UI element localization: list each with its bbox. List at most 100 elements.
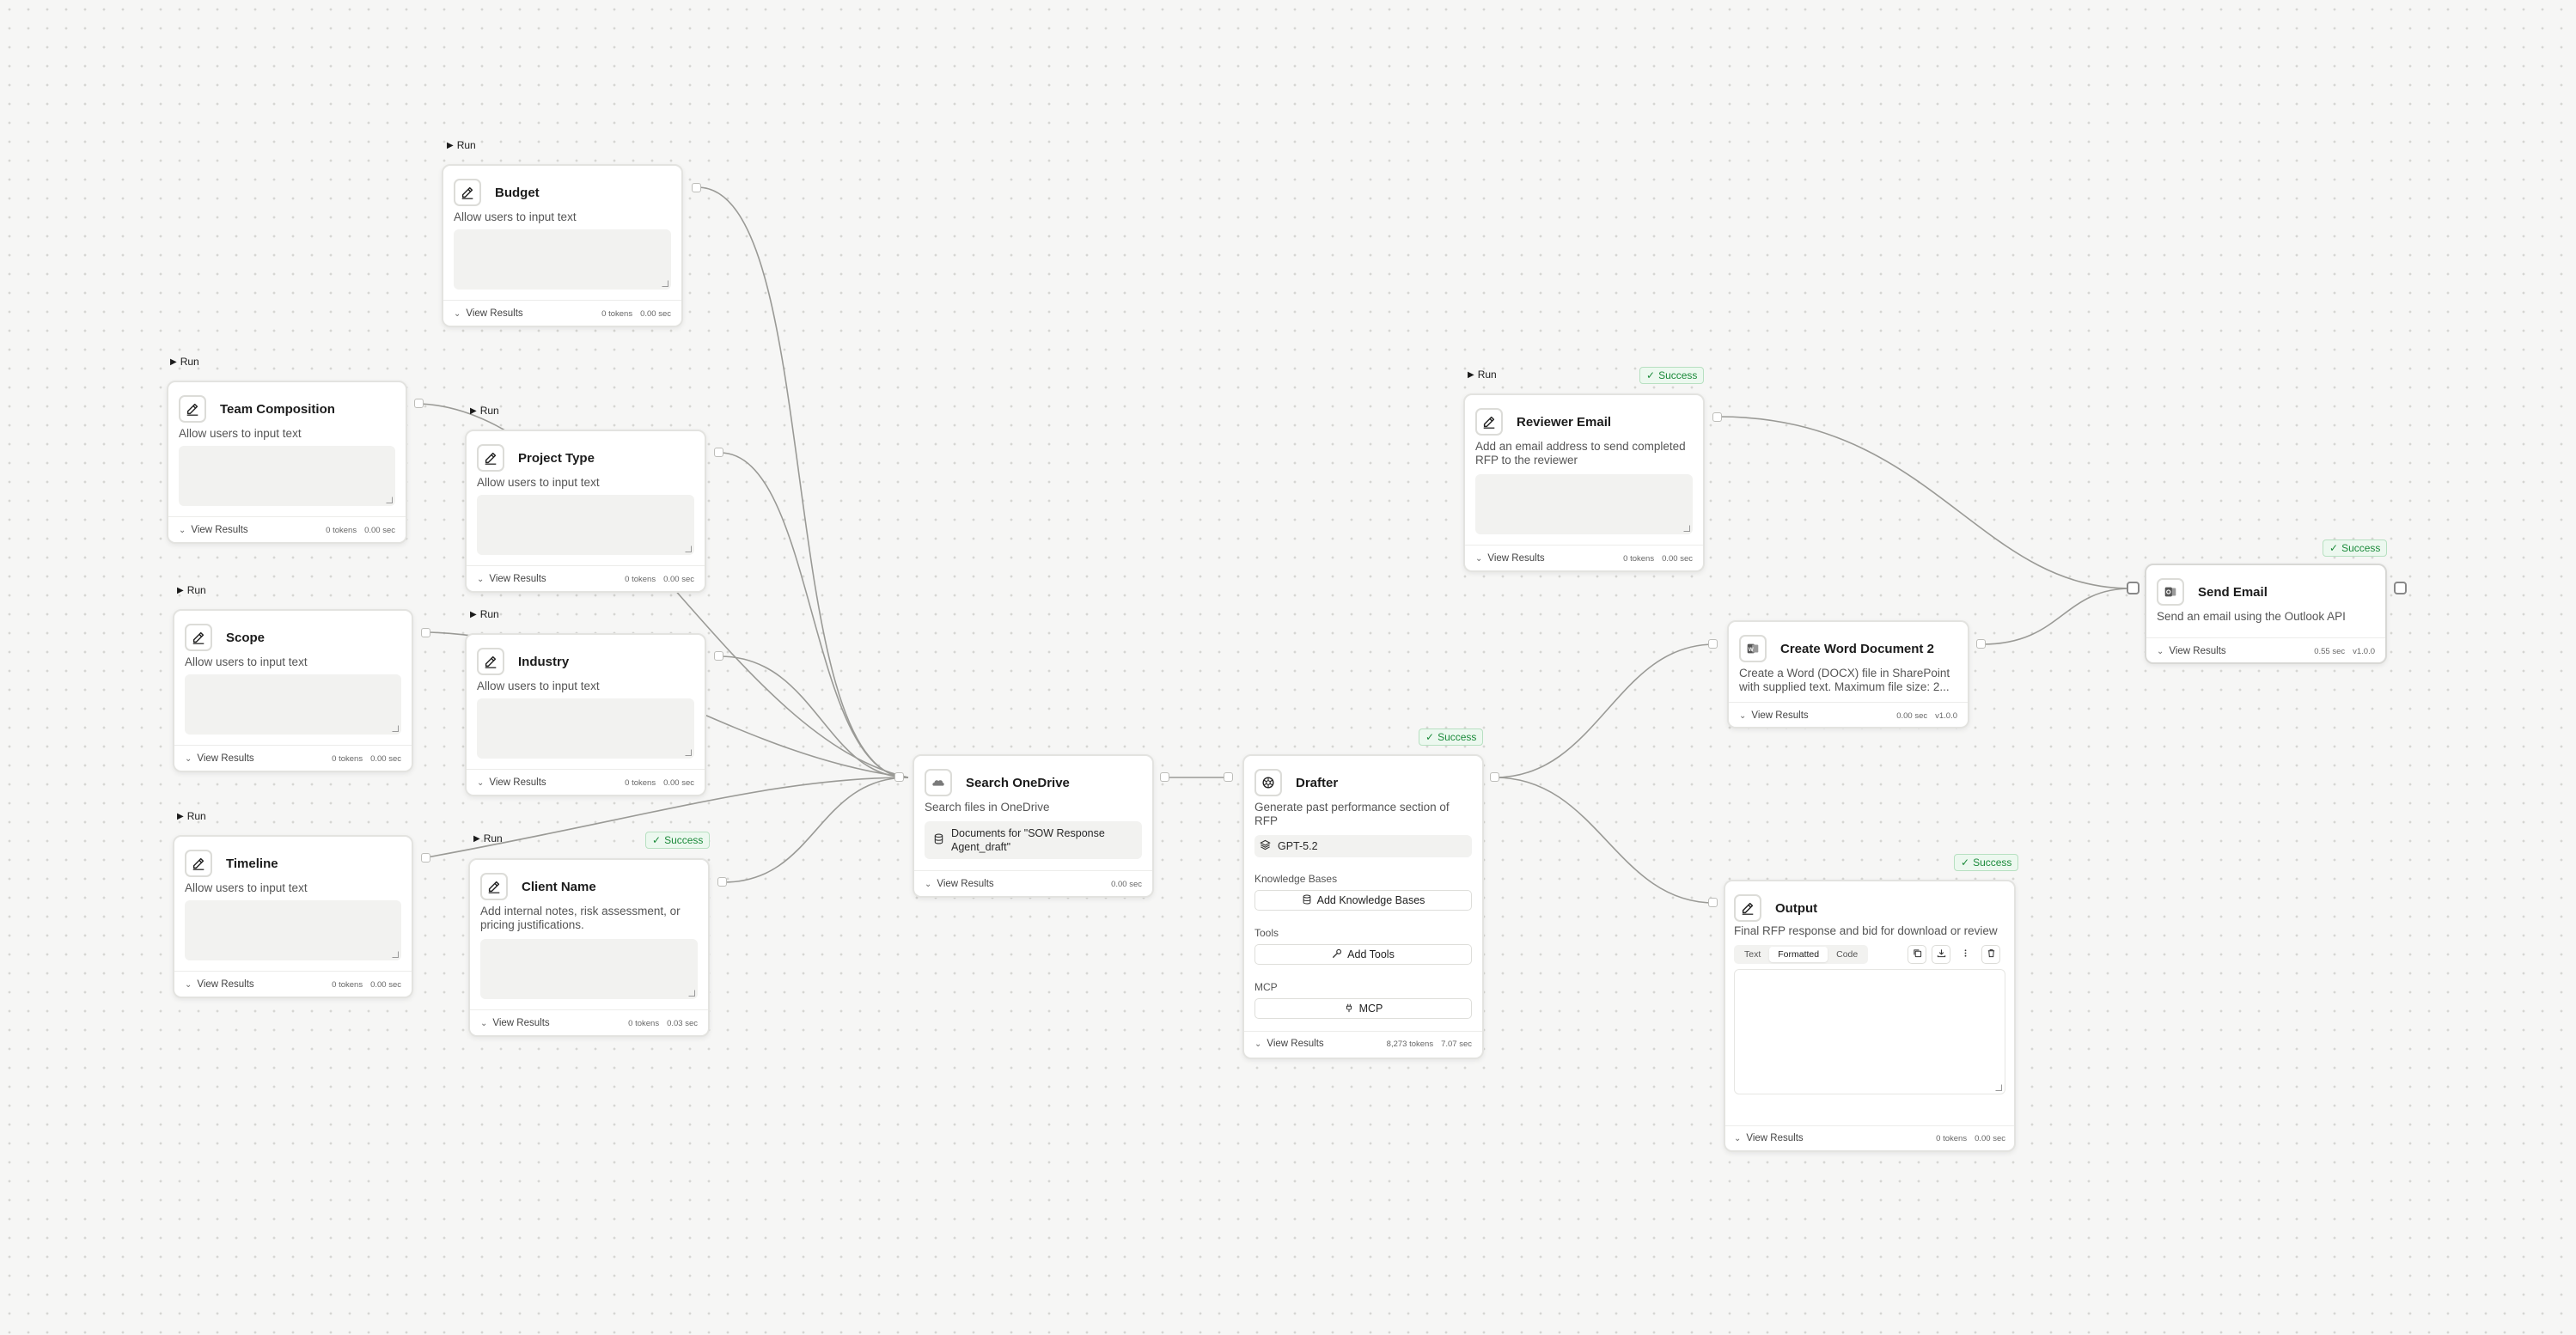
output-content-area[interactable]: [1734, 969, 2005, 1094]
tab-text[interactable]: Text: [1736, 947, 1769, 962]
text-input[interactable]: [480, 939, 698, 999]
view-results-toggle[interactable]: ⌄ View Results: [925, 879, 994, 889]
play-icon: ▶: [1468, 369, 1474, 380]
check-icon: ✓: [1425, 731, 1435, 743]
output-handle[interactable]: [692, 183, 701, 192]
node-title: Team Composition: [220, 401, 335, 417]
chevron-down-icon: ⌄: [1475, 553, 1483, 564]
add-knowledge-bases-button[interactable]: Add Knowledge Bases: [1254, 890, 1472, 911]
node-project-type[interactable]: Project Type Allow users to input text ⌄…: [465, 430, 706, 593]
openai-icon: [1254, 769, 1282, 796]
copy-button[interactable]: [1908, 945, 1926, 964]
input-handle[interactable]: [1708, 639, 1718, 649]
source-chip[interactable]: Documents for "SOW Response Agent_draft": [925, 821, 1142, 859]
delete-button[interactable]: [1981, 945, 2000, 964]
edge-drafter-word: [1494, 643, 1715, 778]
node-description: Allow users to input text: [185, 655, 308, 668]
copy-icon: [1913, 947, 1922, 962]
output-handle[interactable]: [714, 448, 723, 457]
view-results-toggle[interactable]: ⌄ View Results: [1734, 1133, 1804, 1143]
node-output[interactable]: Output Final RFP response and bid for do…: [1724, 880, 2016, 1152]
text-input[interactable]: [477, 495, 694, 555]
text-input[interactable]: [454, 229, 671, 290]
pencil-icon: [185, 850, 212, 877]
node-search-onedrive[interactable]: Search OneDrive Search files in OneDrive…: [913, 754, 1154, 898]
node-description: Add internal notes, risk assessment, or …: [480, 905, 681, 931]
play-icon: ▶: [177, 811, 184, 821]
pencil-icon: [480, 873, 508, 900]
run-button-budget[interactable]: ▶ Run: [447, 139, 476, 151]
node-drafter[interactable]: Drafter Generate past performance sectio…: [1242, 754, 1484, 1059]
node-description: Send an email using the Outlook API: [2157, 610, 2346, 623]
play-icon: ▶: [170, 357, 177, 367]
node-team-composition[interactable]: Team Composition Allow users to input te…: [167, 381, 407, 544]
chevron-down-icon: ⌄: [925, 879, 932, 889]
model-selector[interactable]: GPT-5.2: [1254, 835, 1472, 857]
database-icon: [933, 833, 944, 847]
output-handle[interactable]: [714, 651, 723, 661]
node-send-email[interactable]: Send Email Send an email using the Outlo…: [2145, 564, 2387, 664]
output-handle[interactable]: [1712, 412, 1722, 422]
run-button-project-type[interactable]: ▶ Run: [470, 405, 499, 417]
node-timeline[interactable]: Timeline Allow users to input text ⌄ View…: [173, 835, 413, 998]
text-input[interactable]: [185, 674, 401, 735]
node-create-word-document[interactable]: W Create Word Document 2 Create a Word (D…: [1727, 620, 1969, 728]
add-tools-button[interactable]: Add Tools: [1254, 944, 1472, 965]
view-results-toggle[interactable]: ⌄ View Results: [480, 1018, 550, 1028]
node-reviewer-email[interactable]: Reviewer Email Add an email address to s…: [1463, 393, 1705, 572]
view-results-toggle[interactable]: ⌄ View Results: [454, 308, 523, 319]
input-handle[interactable]: [2127, 582, 2140, 594]
download-button[interactable]: [1932, 945, 1950, 964]
more-options-button[interactable]: [1956, 945, 1975, 964]
output-handle[interactable]: [1976, 639, 1986, 649]
tab-code[interactable]: Code: [1828, 947, 1866, 962]
output-handle[interactable]: [1490, 772, 1499, 782]
output-handle[interactable]: [2394, 582, 2407, 594]
output-handle[interactable]: [414, 399, 424, 408]
divider: [168, 516, 406, 517]
node-title: Output: [1775, 900, 1818, 916]
word-icon: W: [1739, 635, 1767, 662]
mcp-button[interactable]: MCP: [1254, 998, 1472, 1019]
node-industry[interactable]: Industry Allow users to input text ⌄ View…: [465, 633, 706, 796]
edge-budget-search: [697, 186, 909, 778]
output-handle[interactable]: [421, 628, 430, 637]
run-button-client-name[interactable]: ▶ Run: [473, 832, 503, 844]
run-button-reviewer-email[interactable]: ▶ Run: [1468, 369, 1497, 381]
text-input[interactable]: [179, 446, 395, 506]
run-button-team-composition[interactable]: ▶ Run: [170, 356, 199, 368]
view-results-toggle[interactable]: ⌄ View Results: [185, 979, 254, 990]
chevron-down-icon: ⌄: [477, 574, 485, 584]
output-handle[interactable]: [1160, 772, 1169, 782]
run-button-scope[interactable]: ▶ Run: [177, 584, 206, 596]
elapsed-time: 0.00 sec: [364, 525, 395, 535]
text-input[interactable]: [185, 900, 401, 960]
elapsed-time: 7.07 sec: [1441, 1039, 1472, 1049]
output-handle[interactable]: [717, 877, 727, 887]
output-handle[interactable]: [421, 853, 430, 863]
view-results-toggle[interactable]: ⌄ View Results: [1475, 553, 1545, 564]
view-results-toggle[interactable]: ⌄ View Results: [185, 753, 254, 764]
view-results-toggle[interactable]: ⌄ View Results: [1254, 1039, 1324, 1049]
run-button-timeline[interactable]: ▶ Run: [177, 810, 206, 822]
node-budget[interactable]: Budget Allow users to input text ⌄ View R…: [442, 164, 683, 327]
node-description: Create a Word (DOCX) file in SharePoint …: [1739, 667, 1950, 693]
view-results-toggle[interactable]: ⌄ View Results: [1739, 710, 1809, 721]
elapsed-time: 0.00 sec: [1662, 553, 1693, 564]
tab-formatted[interactable]: Formatted: [1769, 947, 1828, 962]
input-handle[interactable]: [1224, 772, 1233, 782]
elapsed-time: 0.03 sec: [667, 1018, 698, 1028]
view-results-toggle[interactable]: ⌄ View Results: [179, 525, 248, 535]
text-input[interactable]: [477, 698, 694, 759]
view-results-toggle[interactable]: ⌄ View Results: [2157, 646, 2226, 656]
node-client-name[interactable]: Client Name Add internal notes, risk ass…: [468, 858, 710, 1037]
run-button-industry[interactable]: ▶ Run: [470, 608, 499, 620]
input-handle[interactable]: [1708, 898, 1718, 907]
text-input[interactable]: [1475, 474, 1693, 534]
token-count: 0 tokens: [326, 525, 357, 535]
view-results-toggle[interactable]: ⌄ View Results: [477, 777, 546, 788]
node-scope[interactable]: Scope Allow users to input text ⌄ View Re…: [173, 609, 413, 772]
view-results-toggle[interactable]: ⌄ View Results: [477, 574, 546, 584]
node-description: Search files in OneDrive: [925, 801, 1050, 814]
input-handle[interactable]: [894, 772, 904, 782]
